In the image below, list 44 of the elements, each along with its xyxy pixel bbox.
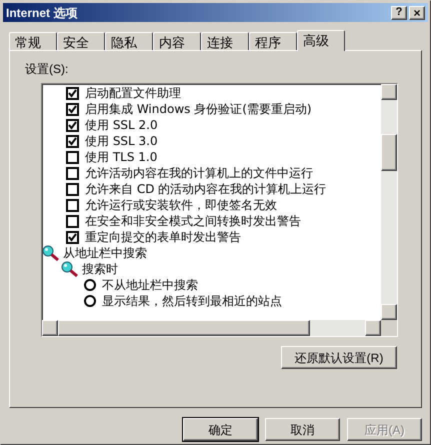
tab[interactable]: 安全 [57, 32, 105, 50]
setting-label: 启用集成 Windows 身份验证(需要重启动) [85, 101, 312, 118]
magnifier-icon [61, 261, 79, 277]
tab[interactable]: 内容 [153, 32, 201, 50]
radio-button[interactable] [84, 295, 96, 307]
window-title: Internet 选项 [6, 4, 78, 22]
checkbox[interactable] [66, 198, 79, 212]
tab[interactable]: 隐私 [105, 32, 153, 50]
tab[interactable]: 常规 [9, 32, 57, 50]
checkbox[interactable] [66, 166, 79, 180]
dialog-button[interactable]: 取消 [265, 418, 340, 441]
checkbox[interactable] [66, 230, 79, 244]
setting-label: 使用 SSL 2.0 [85, 117, 158, 134]
setting-label: 使用 TLS 1.0 [85, 149, 158, 166]
checkbox[interactable] [66, 102, 79, 116]
settings-label: 设置(S): [25, 61, 70, 78]
checkbox[interactable] [66, 182, 79, 196]
restore-defaults-button[interactable]: 还原默认设置(R) [281, 346, 397, 369]
setting-label: 启动配置文件助理 [85, 85, 181, 102]
checkbox[interactable] [66, 86, 79, 100]
tab[interactable]: 连接 [201, 32, 249, 50]
vertical-scrollbar[interactable] [381, 84, 397, 320]
horizontal-scrollbar[interactable] [42, 320, 397, 336]
setting-label: 重定向提交的表单时发出警告 [85, 229, 241, 246]
checkbox[interactable] [66, 118, 79, 132]
setting-label: 允许运行或安装软件，即使签名无效 [85, 197, 277, 214]
option-label: 不从地址栏中搜索 [102, 277, 198, 294]
setting-label: 使用 SSL 3.0 [85, 133, 158, 150]
tab[interactable]: 程序 [249, 32, 297, 50]
checkbox[interactable] [66, 134, 79, 148]
option-label: 显示结果，然后转到最相近的站点 [102, 293, 282, 310]
help-button[interactable]: ? [391, 6, 407, 20]
radio-button[interactable] [84, 279, 96, 291]
checkbox[interactable] [66, 214, 79, 228]
close-button[interactable]: × [409, 6, 425, 20]
setting-label: 允许活动内容在我的计算机上的文件中运行 [85, 165, 313, 182]
setting-label: 允许来自 CD 的活动内容在我的计算机上运行 [85, 181, 326, 198]
tab[interactable]: 高级 [297, 30, 345, 51]
checkbox[interactable] [66, 150, 79, 164]
magnifier-icon [42, 245, 60, 261]
dialog-button[interactable]: 确定 [183, 418, 258, 441]
setting-label: 在安全和非安全模式之间转换时发出警告 [85, 213, 301, 230]
group-label: 从地址栏中搜索 [63, 245, 147, 262]
group-label: 搜索时 [82, 261, 118, 278]
